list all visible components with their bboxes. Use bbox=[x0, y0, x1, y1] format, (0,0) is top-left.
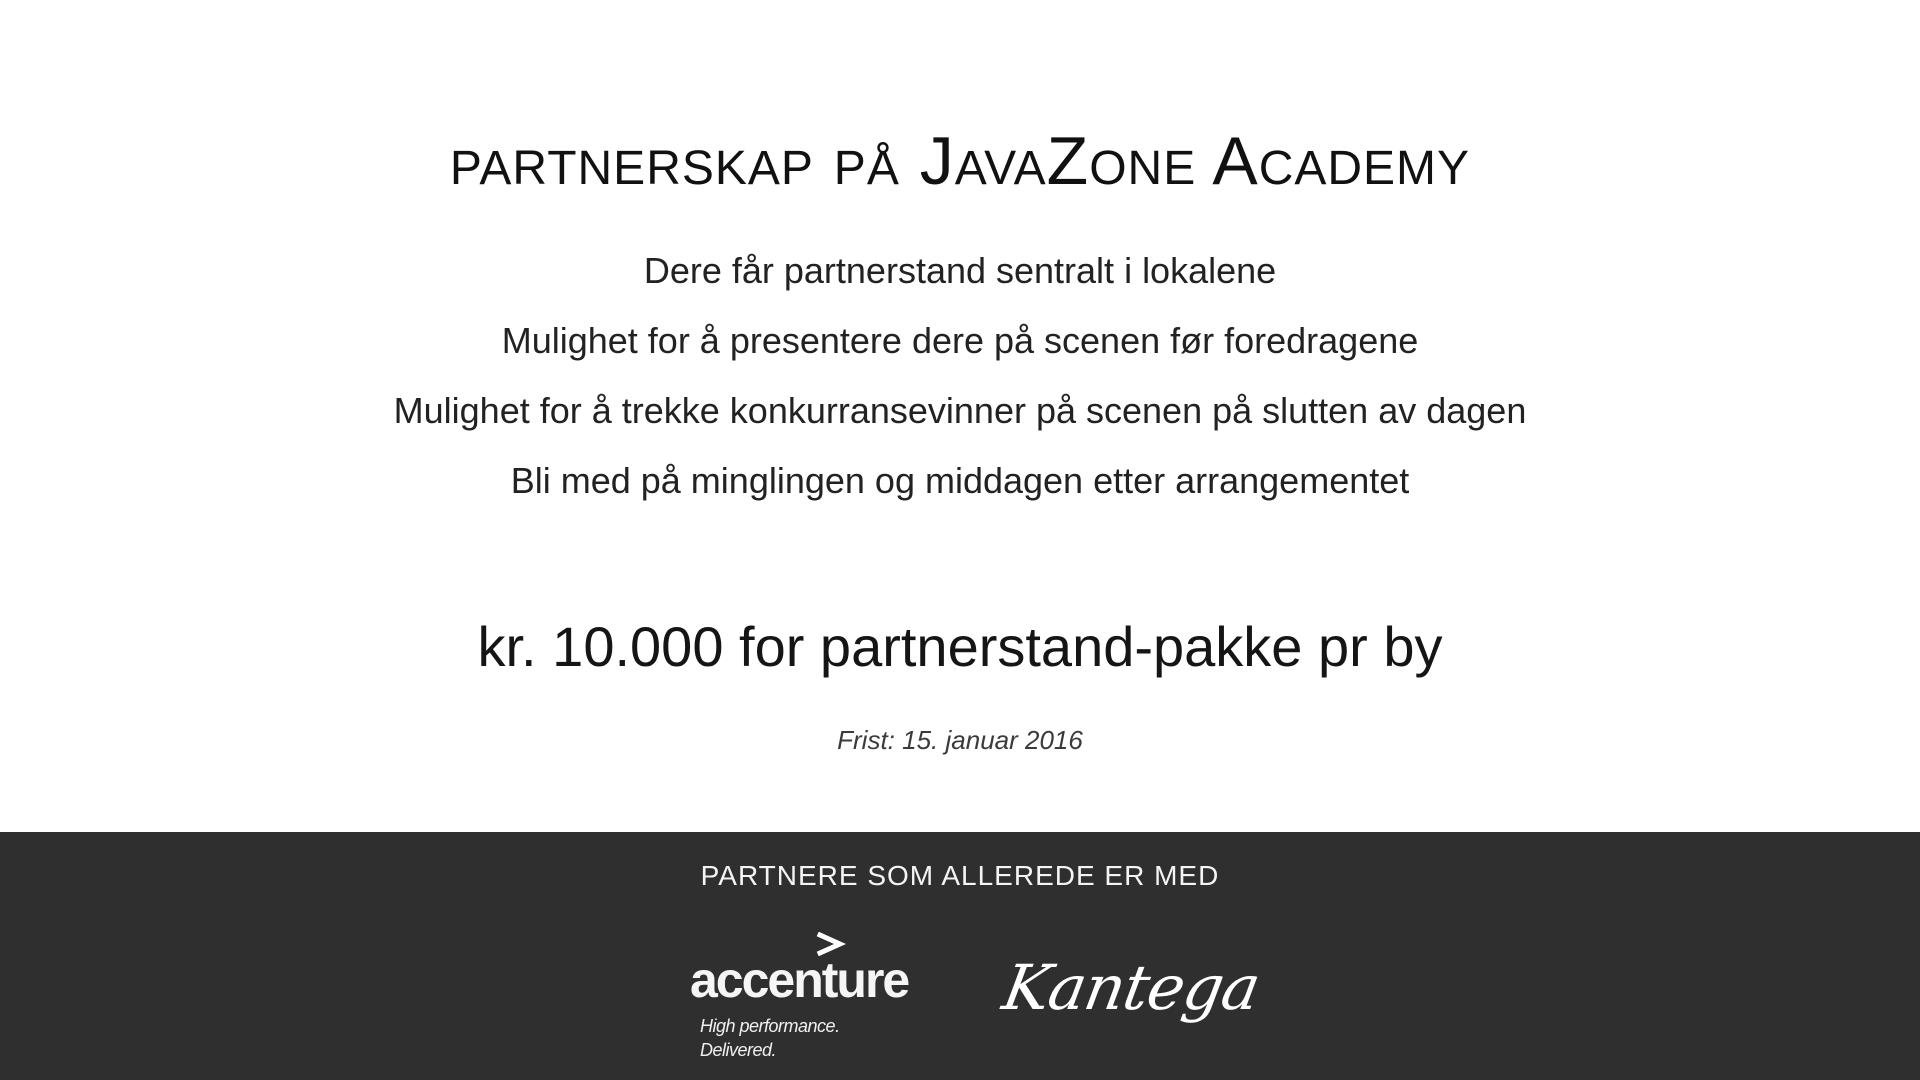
accenture-logo: accenture High performance. Delivered. bbox=[690, 932, 920, 1060]
kantega-logo: Kantega bbox=[997, 951, 1266, 1024]
partner-footer: PARTNERE SOM ALLEREDE ER MED accenture H… bbox=[0, 832, 1920, 1080]
feature-item: Dere får partnerstand sentralt i lokalen… bbox=[643, 250, 1277, 291]
slide-content: partnerskap på JavaZone Academy Dere får… bbox=[0, 0, 1920, 832]
feature-item: Bli med på minglingen og middagen etter … bbox=[510, 460, 1410, 501]
feature-item: Mulighet for å presentere dere på scenen… bbox=[501, 320, 1419, 361]
feature-list: Dere får partnerstand sentralt i lokalen… bbox=[0, 236, 1920, 516]
slide-title: partnerskap på JavaZone Academy bbox=[449, 122, 1471, 199]
feature-item: Mulighet for å trekke konkurransevinner … bbox=[393, 390, 1527, 431]
partners-heading: PARTNERE SOM ALLEREDE ER MED bbox=[700, 860, 1220, 891]
accenture-wordmark: accenture bbox=[690, 952, 910, 1008]
accenture-tagline: High performance. Delivered. bbox=[700, 1016, 840, 1060]
price-text: kr. 10.000 for partnerstand-pakke pr by bbox=[477, 615, 1443, 678]
deadline-text: Frist: 15. januar 2016 bbox=[837, 725, 1083, 755]
